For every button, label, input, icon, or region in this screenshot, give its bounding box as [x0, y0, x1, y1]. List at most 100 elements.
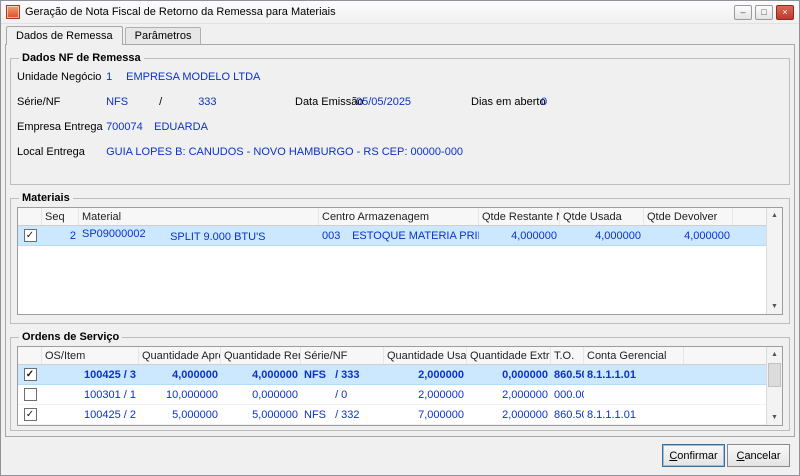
- nf-value: / 0: [335, 388, 348, 401]
- qtde-devolver-column-header[interactable]: Qtde Devolver: [644, 208, 733, 225]
- quantidade-remetida-cell: 5,000000: [252, 408, 298, 421]
- materials-scrollbar[interactable]: ▲ ▼: [766, 208, 782, 314]
- unidade-negocio-code: 1: [106, 71, 113, 83]
- quantidade-usada-cell: 2,000000: [418, 388, 464, 401]
- to-cell: 860.50: [554, 368, 584, 381]
- tab-dados-de-remessa[interactable]: Dados de Remessa: [6, 26, 123, 45]
- quantidade-extra-cell: 0,000000: [502, 368, 548, 381]
- to-cell: 000.00: [554, 388, 584, 401]
- to-cell: 860.50: [554, 408, 584, 421]
- os-row[interactable]: ✓ 100425 / 2 5,000000 5,000000 NFS / 332…: [18, 405, 782, 425]
- scroll-up-icon[interactable]: ▲: [767, 347, 782, 362]
- checkbox-cell: [18, 388, 42, 401]
- cancel-button[interactable]: Cancelar: [727, 444, 790, 467]
- dias-em-aberto-label: Dias em aberto: [471, 96, 546, 108]
- tab-strip: Dados de Remessa Parâmetros: [1, 24, 799, 45]
- unidade-negocio-label: Unidade Negócio: [17, 71, 102, 83]
- row-checkbox[interactable]: ✓: [23, 368, 37, 381]
- os-item-cell: 100425 / 2: [84, 408, 136, 421]
- scroll-down-icon[interactable]: ▼: [767, 299, 782, 314]
- nf-value: 333: [198, 96, 217, 108]
- quantidade-extra-cell: 2,000000: [502, 388, 548, 401]
- close-button[interactable]: ×: [776, 4, 794, 20]
- seq-cell: 2: [69, 229, 76, 242]
- group-ordens-title: Ordens de Serviço: [22, 331, 120, 343]
- nf-value: / 332: [335, 408, 360, 421]
- conta-gerencial-cell: 8.1.1.1.01: [587, 408, 636, 421]
- os-item-column-header[interactable]: OS/Item: [42, 347, 139, 364]
- confirm-button[interactable]: Confirmar: [662, 444, 725, 467]
- centro-desc: ESTOQUE MATERIA PRIMA: [352, 229, 479, 242]
- serie-nf-cell: / 0: [301, 389, 384, 401]
- centro-code: 003: [322, 229, 341, 242]
- maximize-button[interactable]: □: [755, 4, 773, 20]
- nf-value: / 333: [335, 368, 360, 381]
- quantidade-usada-cell: 7,000000: [418, 408, 464, 421]
- scroll-down-icon[interactable]: ▼: [767, 410, 782, 425]
- serie-nf-cell: NFS / 332: [301, 409, 384, 421]
- service-orders-scrollbar[interactable]: ▲ ▼: [766, 347, 782, 425]
- qtde-usada-column-header[interactable]: Qtde Usada: [560, 208, 644, 225]
- quantidade-usada-column-header[interactable]: Quantidade Usada: [384, 347, 467, 364]
- confirm-button-label: Confirmar: [669, 449, 718, 462]
- os-item-cell: 100425 / 3: [84, 368, 136, 381]
- material-column-header[interactable]: Material: [79, 208, 319, 225]
- empresa-entrega-name: EDUARDA: [154, 121, 208, 133]
- quantidade-extra-column-header[interactable]: Quantidade Extra: [467, 347, 551, 364]
- cancel-button-label: Cancelar: [736, 449, 781, 462]
- checkbox-cell: ✓: [18, 408, 42, 421]
- row-checkbox[interactable]: [23, 388, 37, 401]
- data-emissao-value: 05/05/2025: [356, 96, 412, 108]
- empresa-entrega-code: 700074: [106, 121, 143, 133]
- group-dados-nf-title: Dados NF de Remessa: [22, 52, 141, 64]
- window-icon: [6, 5, 20, 19]
- qtde-restante-nf-cell: 4,000000: [511, 229, 557, 242]
- group-ordens-de-servico: Ordens de Serviço OS/Item Quantidade Apr…: [10, 331, 790, 431]
- serie-nf-label: Série/NF: [17, 96, 61, 108]
- minimize-button[interactable]: –: [734, 4, 752, 20]
- serie-nf-separator: /: [159, 96, 163, 108]
- tab-panel: Dados NF de Remessa Unidade Negócio 1 EM…: [5, 44, 795, 437]
- quantidade-remetida-cell: 0,000000: [252, 388, 298, 401]
- os-row[interactable]: 100301 / 1 10,000000 0,000000 / 0 2,0000…: [18, 385, 782, 405]
- quantidade-usada-cell: 2,000000: [418, 368, 464, 381]
- os-row[interactable]: ✓ 100425 / 3 4,000000 4,000000 NFS / 333…: [18, 365, 782, 385]
- material-desc: SPLIT 9.000 BTU'S: [170, 231, 266, 243]
- centro-armazenagem-cell: 003 ESTOQUE MATERIA PRIMA: [319, 230, 479, 242]
- tab-parametros[interactable]: Parâmetros: [124, 27, 202, 44]
- conta-gerencial-cell: 8.1.1.1.01: [587, 368, 636, 381]
- row-checkbox[interactable]: ✓: [23, 408, 37, 421]
- scroll-up-icon[interactable]: ▲: [767, 208, 782, 223]
- to-column-header[interactable]: T.O.: [551, 347, 584, 364]
- quantidade-aprovada-cell: 10,000000: [166, 388, 218, 401]
- window-controls: – □ ×: [734, 4, 794, 20]
- conta-gerencial-column-header[interactable]: Conta Gerencial: [584, 347, 684, 364]
- serie-value: NFS: [304, 408, 326, 421]
- material-row[interactable]: ✓ 2 SP09000002 SPLIT 9.000 BTU'S 003 EST…: [18, 226, 782, 246]
- quantidade-aprovada-column-header[interactable]: Quantidade Aprovada: [139, 347, 221, 364]
- field-row-serie-nf: Série/NF NFS / 333 Data Emissão 05/05/20…: [17, 90, 783, 115]
- checkbox-cell: ✓: [18, 368, 42, 381]
- local-entrega-label: Local Entrega: [17, 146, 85, 158]
- quantidade-aprovada-cell: 5,000000: [172, 408, 218, 421]
- group-materiais-title: Materiais: [22, 192, 70, 204]
- material-code: SP09000002: [82, 228, 146, 240]
- scrollbar-thumb[interactable]: [768, 363, 781, 387]
- quantidade-remetida-column-header[interactable]: Quantidade Remetida: [221, 347, 301, 364]
- checkbox-cell: ✓: [18, 229, 42, 242]
- dialog-window: Geração de Nota Fiscal de Retorno da Rem…: [0, 0, 800, 476]
- serie-value: NFS: [106, 96, 129, 108]
- quantidade-aprovada-cell: 4,000000: [172, 368, 218, 381]
- empresa-entrega-label: Empresa Entrega: [17, 121, 103, 133]
- select-column-header: [18, 208, 42, 225]
- materials-grid-header: Seq Material Centro Armazenagem Qtde Res…: [18, 208, 782, 226]
- seq-column-header[interactable]: Seq: [42, 208, 79, 225]
- qtde-devolver-cell: 4,000000: [684, 229, 730, 242]
- qtde-restante-nf-column-header[interactable]: Qtde Restante NF: [479, 208, 560, 225]
- material-cell: SP09000002 SPLIT 9.000 BTU'S: [79, 228, 319, 243]
- centro-armazenagem-column-header[interactable]: Centro Armazenagem: [319, 208, 479, 225]
- titlebar[interactable]: Geração de Nota Fiscal de Retorno da Rem…: [1, 1, 799, 24]
- serie-nf-column-header[interactable]: Série/NF: [301, 347, 384, 364]
- row-checkbox[interactable]: ✓: [23, 229, 37, 242]
- field-row-unidade-negocio: Unidade Negócio 1 EMPRESA MODELO LTDA: [17, 65, 783, 90]
